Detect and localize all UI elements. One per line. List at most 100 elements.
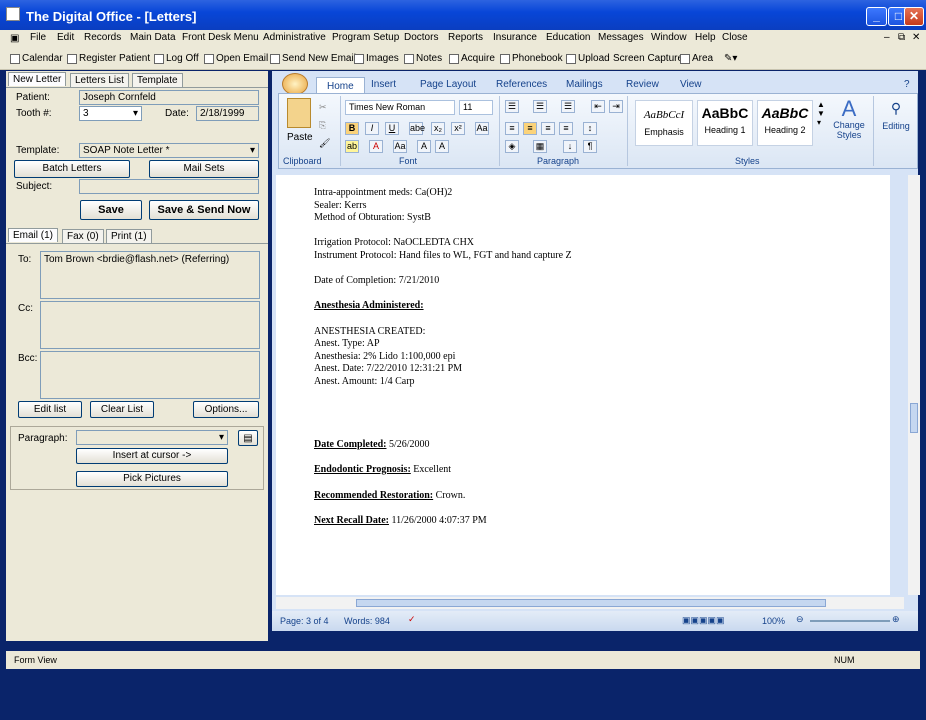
calendar-button[interactable]: Calendar — [10, 53, 63, 64]
zoom-slider[interactable] — [810, 620, 890, 622]
paste-icon[interactable] — [287, 98, 311, 128]
menu-education[interactable]: Education — [546, 32, 590, 43]
align-left-icon[interactable]: ≡ — [505, 122, 519, 135]
batch-letters-button[interactable]: Batch Letters — [14, 160, 130, 178]
close-button[interactable]: ✕ — [904, 7, 924, 26]
tooth-select[interactable]: 3 ▾ — [79, 106, 142, 121]
shrink-font-icon[interactable]: A — [435, 140, 449, 153]
menu-reports[interactable]: Reports — [448, 32, 483, 43]
notes-button[interactable]: Notes — [404, 53, 442, 64]
underline-icon[interactable]: U — [385, 122, 399, 135]
clear-list-button[interactable]: Clear List — [90, 401, 154, 418]
align-right-icon[interactable]: ≡ — [541, 122, 555, 135]
tab-new-letter[interactable]: New Letter — [8, 72, 67, 86]
log-off-button[interactable]: Log Off — [154, 53, 199, 64]
area-button[interactable]: Area — [680, 53, 713, 64]
view-buttons-icon[interactable]: ▣▣▣▣▣ — [682, 615, 725, 626]
show-marks-icon[interactable]: ¶ — [583, 140, 597, 153]
zoom-level[interactable]: 100% — [762, 616, 785, 626]
tab-references[interactable]: References — [496, 79, 547, 90]
font-size-select[interactable]: 11 — [459, 100, 493, 115]
date-field[interactable]: 2/18/1999 — [196, 106, 259, 121]
insert-at-cursor-button[interactable]: Insert at cursor -> — [76, 448, 228, 464]
menu-program-setup[interactable]: Program Setup — [332, 32, 399, 43]
grow-font-icon[interactable]: A — [417, 140, 431, 153]
patient-field[interactable]: Joseph Cornfeld — [79, 90, 259, 105]
options-button[interactable]: Options... — [193, 401, 259, 418]
office-button[interactable] — [282, 73, 308, 95]
mdi-restore-icon[interactable]: ⧉ — [898, 32, 905, 43]
clear-format-icon[interactable]: Aa — [475, 122, 489, 135]
edit-list-button[interactable]: Edit list — [18, 401, 82, 418]
subscript-icon[interactable]: x₂ — [431, 122, 445, 135]
screen-capture-button[interactable]: Screen Capture — [613, 53, 683, 64]
menu-file[interactable]: File — [30, 32, 46, 43]
cc-list[interactable] — [40, 301, 260, 349]
format-painter-icon[interactable]: 🖌 — [319, 138, 330, 149]
strikethrough-icon[interactable]: abe — [409, 122, 425, 135]
menu-main-data[interactable]: Main Data — [130, 32, 176, 43]
tab-insert[interactable]: Insert — [371, 79, 396, 90]
change-styles-button[interactable]: A Change Styles — [829, 98, 869, 141]
borders-icon[interactable]: ▦ — [533, 140, 547, 153]
menu-help[interactable]: Help — [695, 32, 716, 43]
horizontal-scrollbar[interactable] — [276, 597, 904, 609]
zoom-in-icon[interactable]: ⊕ — [892, 614, 900, 625]
phonebook-button[interactable]: Phonebook — [500, 53, 563, 64]
document-page[interactable]: Intra-appointment meds: Ca(OH)2 Sealer: K… — [276, 175, 890, 595]
tab-mailings[interactable]: Mailings — [566, 79, 603, 90]
paragraph-select[interactable]: ▾ — [76, 430, 228, 445]
bcc-list[interactable] — [40, 351, 260, 399]
tab-email[interactable]: Email (1) — [8, 228, 59, 242]
tab-letters-list[interactable]: Letters List — [70, 73, 129, 87]
change-case-icon[interactable]: Aa — [393, 140, 407, 153]
acquire-button[interactable]: Acquire — [449, 53, 495, 64]
menu-window[interactable]: Window — [651, 32, 687, 43]
tab-review[interactable]: Review — [626, 79, 659, 90]
justify-icon[interactable]: ≡ — [559, 122, 573, 135]
decrease-indent-icon[interactable]: ⇤ — [591, 100, 605, 113]
to-list[interactable]: Tom Brown <brdie@flash.net> (Referring) — [40, 251, 260, 299]
save-button[interactable]: Save — [80, 200, 142, 220]
style-heading2[interactable]: AaBbC Heading 2 — [757, 100, 813, 146]
help-icon[interactable]: ? — [904, 79, 910, 90]
menu-administrative[interactable]: Administrative — [263, 32, 326, 43]
register-patient-button[interactable]: Register Patient — [67, 53, 150, 64]
scroll-thumb[interactable] — [910, 403, 918, 433]
bullets-icon[interactable]: ☰ — [505, 100, 519, 113]
zoom-out-icon[interactable]: ⊖ — [796, 614, 804, 625]
numbering-icon[interactable]: ☰ — [533, 100, 547, 113]
tab-view[interactable]: View — [680, 79, 702, 90]
save-send-button[interactable]: Save & Send Now — [149, 200, 259, 220]
open-email-button[interactable]: Open Email — [204, 53, 268, 64]
proofing-icon[interactable]: ✓ — [408, 614, 416, 625]
style-emphasis[interactable]: AaBbCcI Emphasis — [635, 100, 693, 146]
send-email-button[interactable]: Send New Email — [270, 53, 356, 64]
cut-icon[interactable]: ✂ — [319, 102, 327, 113]
bold-icon[interactable]: B — [345, 122, 359, 135]
tab-page-layout[interactable]: Page Layout — [420, 79, 476, 90]
pick-pictures-button[interactable]: Pick Pictures — [76, 471, 228, 487]
shading-icon[interactable]: ◈ — [505, 140, 519, 153]
align-center-icon[interactable]: ≡ — [523, 122, 537, 135]
menu-doctors[interactable]: Doctors — [404, 32, 438, 43]
images-button[interactable]: Images — [354, 53, 399, 64]
copy-icon[interactable]: ⎘ — [319, 120, 326, 131]
paragraph-editor-icon[interactable]: ▤ — [238, 430, 258, 446]
sort-icon[interactable]: ↓ — [563, 140, 577, 153]
editing-button[interactable]: ⚲ Editing — [877, 100, 915, 131]
template-select[interactable]: SOAP Note Letter * ▾ — [79, 143, 259, 158]
tab-print[interactable]: Print (1) — [106, 229, 152, 243]
pen-icon[interactable]: ✎▾ — [724, 53, 737, 64]
line-spacing-icon[interactable]: ↕ — [583, 122, 597, 135]
font-name-select[interactable]: Times New Roman — [345, 100, 455, 115]
menu-close[interactable]: Close — [722, 32, 748, 43]
multilevel-list-icon[interactable]: ☰ — [561, 100, 575, 113]
tab-fax[interactable]: Fax (0) — [62, 229, 104, 243]
hscroll-thumb[interactable] — [356, 599, 826, 607]
mdi-close-icon[interactable]: ✕ — [912, 32, 920, 43]
superscript-icon[interactable]: x² — [451, 122, 465, 135]
highlight-icon[interactable]: ab — [345, 140, 359, 153]
italic-icon[interactable]: I — [365, 122, 379, 135]
upload-button[interactable]: Upload — [566, 53, 610, 64]
